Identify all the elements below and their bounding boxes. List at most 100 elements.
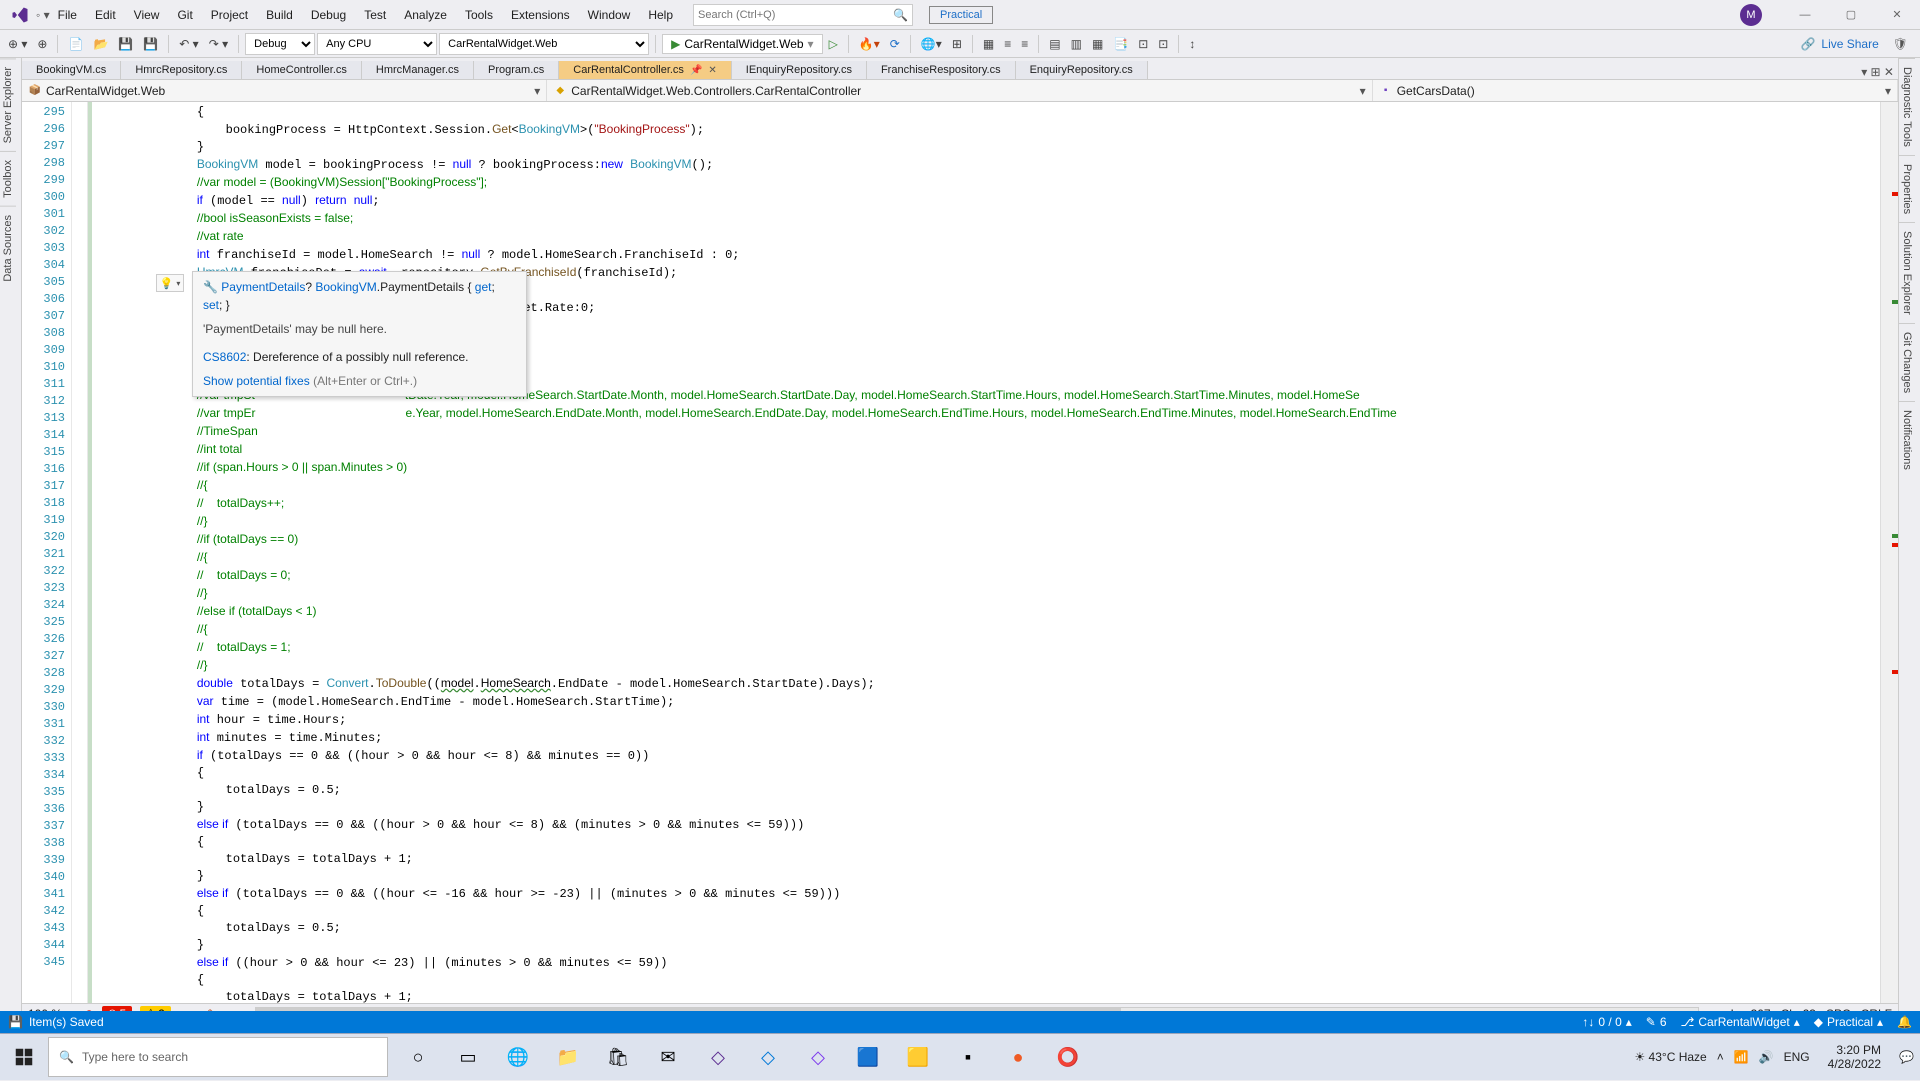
menu-tools[interactable]: Tools [457,4,501,26]
solution-config[interactable]: Debug [245,33,315,55]
taskbar-clock[interactable]: 3:20 PM 4/28/2022 [1820,1043,1889,1071]
doc-tab[interactable]: FranchiseRespository.cs [867,61,1016,79]
tool-icon[interactable]: ⊡ [1134,35,1152,53]
app-icon[interactable]: 🟨 [894,1034,942,1081]
lightbulb-icon[interactable]: 💡 [156,274,184,292]
menu-view[interactable]: View [126,4,168,26]
close-button[interactable]: ✕ [1874,0,1920,30]
close-icon[interactable]: ✕ [708,65,716,76]
wifi-icon[interactable]: 📶 [1734,1050,1749,1064]
tool-icon[interactable]: ≡ [1000,35,1015,53]
bell-icon[interactable]: 🔔 [1897,1015,1912,1029]
code-content[interactable]: { bookingProcess = HttpContext.Session.G… [88,102,1880,1003]
tool-icon[interactable]: ⊡ [1154,35,1172,53]
taskview-icon[interactable]: ▭ [444,1034,492,1081]
back-forward-icon[interactable]: ◦ ▾ [36,8,50,22]
menu-extensions[interactable]: Extensions [503,4,578,26]
menu-build[interactable]: Build [258,4,301,26]
vscode-icon[interactable]: ◇ [744,1034,792,1081]
rail-solution-explorer[interactable]: Solution Explorer [1899,222,1915,323]
live-share-button[interactable]: 🔗 Live Share 🛡 [1800,37,1916,51]
app-icon[interactable]: ◇ [794,1034,842,1081]
sync-indicator[interactable]: ↑↓ 0 / 0 ▴ [1582,1015,1631,1029]
nav-dropdown-icon[interactable]: ⊕ ▾ [4,35,31,53]
notifications-icon[interactable]: 💬 [1899,1050,1914,1064]
new-icon[interactable]: 📄 [64,35,87,53]
save-icon[interactable]: 💾 [114,35,137,53]
rail-data-sources[interactable]: Data Sources [0,206,16,290]
doc-tab[interactable]: BookingVM.cs [22,61,121,79]
rail-diagnostic[interactable]: Diagnostic Tools [1899,58,1915,155]
restart-icon[interactable]: ⟳ [886,35,904,53]
redo-icon[interactable]: ↷ ▾ [205,35,232,53]
quick-search[interactable]: 🔍 [693,4,913,26]
start-button[interactable] [0,1034,48,1081]
startup-project[interactable]: CarRentalWidget.Web [439,33,649,55]
tooltip-errcode[interactable]: CS8602 [203,350,246,364]
menu-edit[interactable]: Edit [87,4,124,26]
nav-member[interactable]: ▪ GetCarsData() ▾ [1373,80,1898,101]
tool-icon[interactable]: ▥ [1067,35,1086,53]
nav-scope[interactable]: ◆ CarRentalWidget.Web.Controllers.CarRen… [547,80,1372,101]
doc-tab[interactable]: CarRentalController.cs 📌 ✕ [559,61,732,79]
code-editor[interactable]: 295 296 297 298 299 300 301 302 303 304 … [22,102,1898,1003]
tool-icon[interactable]: ≡ [1017,35,1032,53]
menu-test[interactable]: Test [356,4,394,26]
doc-tab[interactable]: HomeController.cs [242,61,361,79]
doc-tab[interactable]: HmrcManager.cs [362,61,474,79]
doc-tab[interactable]: IEnquiryRepository.cs [732,61,867,79]
quick-search-input[interactable] [698,9,893,21]
rail-git-changes[interactable]: Git Changes [1899,323,1915,401]
rail-properties[interactable]: Properties [1899,155,1915,222]
doc-tab[interactable]: Program.cs [474,61,559,79]
menu-git[interactable]: Git [169,4,200,26]
lang-indicator[interactable]: ENG [1784,1050,1810,1064]
menu-window[interactable]: Window [580,4,639,26]
vs-icon[interactable]: ◇ [694,1034,742,1081]
track-map[interactable] [1880,102,1898,1003]
rail-toolbox[interactable]: Toolbox [0,151,16,206]
nav-project[interactable]: 📦 CarRentalWidget.Web ▾ [22,80,547,101]
admin-icon[interactable]: 🛡 [1893,37,1908,51]
explorer-icon[interactable]: 📁 [544,1034,592,1081]
rail-server-explorer[interactable]: Server Explorer [0,58,16,151]
minimize-button[interactable]: — [1782,0,1828,30]
doc-tab[interactable]: HmrcRepository.cs [121,61,242,79]
postman-icon[interactable]: ● [994,1034,1042,1081]
volume-icon[interactable]: 🔊 [1759,1050,1774,1064]
start-debug-button[interactable]: ▶ CarRentalWidget.Web ▾ [662,34,822,54]
tool-icon[interactable]: ▦ [979,35,998,53]
changes-indicator[interactable]: ✎ 6 [1646,1015,1667,1029]
app-icon[interactable]: 🟦 [844,1034,892,1081]
menu-analyze[interactable]: Analyze [396,4,455,26]
menu-help[interactable]: Help [640,4,681,26]
tooltip-showfixes[interactable]: Show potential fixes [203,374,310,388]
undo-icon[interactable]: ↶ ▾ [175,35,202,53]
repo-indicator[interactable]: ⎇ CarRentalWidget ▴ [1681,1015,1800,1029]
mail-icon[interactable]: ✉ [644,1034,692,1081]
tool-icon[interactable]: ▤ [1045,35,1064,53]
tool-icon[interactable]: ⊞ [948,35,966,53]
saveall-icon[interactable]: 💾 [139,35,162,53]
weather-widget[interactable]: ☀ 43°C Haze [1634,1050,1706,1064]
solution-platform[interactable]: Any CPU [317,33,437,55]
branch-indicator[interactable]: ◆ Practical ▴ [1814,1015,1883,1029]
start-no-debug-icon[interactable]: ▷ [825,35,842,53]
rail-notifications[interactable]: Notifications [1899,401,1915,478]
maximize-button[interactable]: ▢ [1828,0,1874,30]
chrome-icon[interactable]: ⭕ [1044,1034,1092,1081]
cortana-icon[interactable]: ○ [394,1034,442,1081]
menu-file[interactable]: File [50,4,85,26]
terminal-icon[interactable]: ▪ [944,1034,992,1081]
hot-reload-icon[interactable]: 🔥▾ [855,35,884,53]
bookmark-icon[interactable]: 📑 [1109,35,1132,53]
tool-icon[interactable]: ↕ [1185,35,1199,53]
menu-debug[interactable]: Debug [303,4,354,26]
tool-icon[interactable]: ▦ [1088,35,1107,53]
edge-icon[interactable]: 🌐 [494,1034,542,1081]
user-avatar[interactable]: M [1740,4,1762,26]
browser-link-icon[interactable]: 🌐▾ [917,35,946,53]
taskbar-search[interactable]: 🔍 Type here to search [48,1037,388,1077]
open-icon[interactable]: 📂 [89,35,112,53]
tab-tools[interactable]: ▾ ⊞ ✕ [1857,65,1898,79]
